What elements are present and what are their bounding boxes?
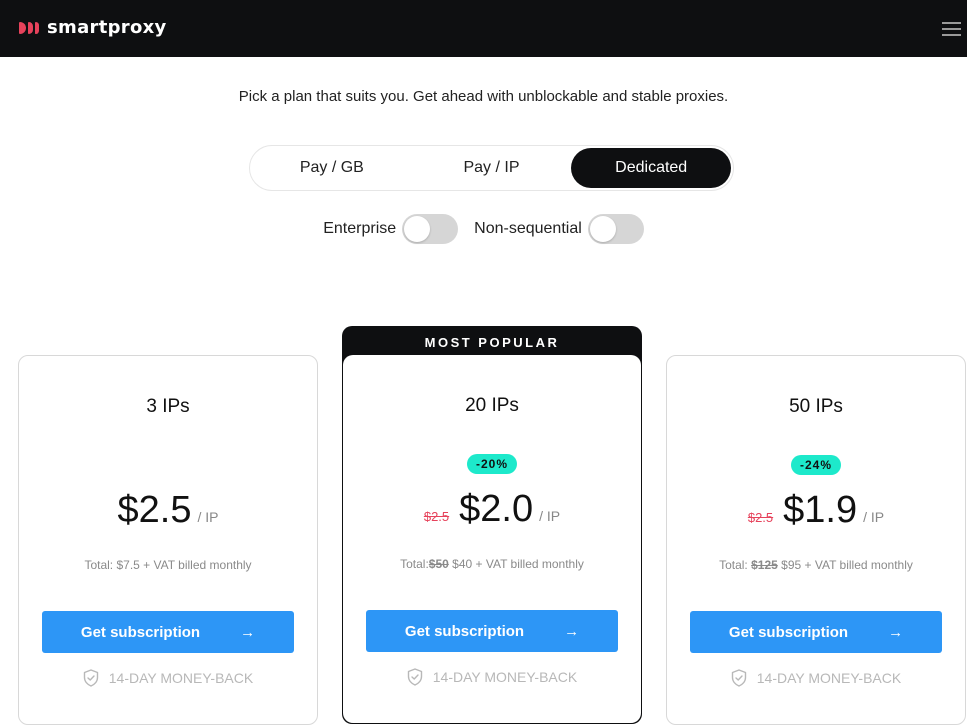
toggle-knob (404, 216, 431, 242)
shield-check-icon (731, 669, 746, 687)
money-back-guarantee: 14-DAY MONEY-BACK (667, 669, 965, 687)
plan-card-50-ips: 50 IPs -24% $2.5 $1.9 / IP Total: $125 $… (666, 355, 966, 725)
total-billing: Total:$50 $40 + VAT billed monthly (343, 557, 641, 571)
arrow-right-icon: → (888, 623, 904, 641)
tab-pay-per-ip[interactable]: Pay / IP (412, 148, 572, 188)
total-billing: Total: $7.5 + VAT billed monthly (19, 558, 317, 572)
smartproxy-logo-icon (19, 21, 39, 34)
toggle-knob (589, 216, 616, 242)
enterprise-label: Enterprise (323, 220, 397, 237)
enterprise-toggle[interactable] (402, 214, 459, 244)
plan-type-tabs: Pay / GB Pay / IP Dedicated (249, 145, 734, 191)
price: $2.0 (459, 488, 534, 530)
price: $2.5 (117, 489, 192, 531)
price-row: $2.5 $2.0 / IP (343, 488, 641, 531)
total-old-amount: $50 (428, 557, 449, 571)
cta-label: Get subscription (404, 622, 525, 640)
get-subscription-button[interactable]: Get subscription → (690, 611, 942, 653)
plan-title: 20 IPs (465, 395, 519, 416)
money-back-guarantee: 14-DAY MONEY-BACK (343, 668, 641, 686)
total-billing: Total: $125 $95 + VAT billed monthly (667, 558, 965, 572)
brand-name: smartproxy (47, 17, 167, 38)
discount-badge: -24% (790, 455, 842, 475)
non-sequential-toggle[interactable] (587, 214, 644, 244)
brand-logo[interactable]: smartproxy (19, 17, 167, 38)
money-back-guarantee: 14-DAY MONEY-BACK (19, 669, 317, 687)
cta-label: Get subscription (80, 623, 201, 641)
guarantee-text: 14-DAY MONEY-BACK (756, 670, 902, 686)
total-prefix: Total: (719, 558, 748, 572)
price-unit: / IP (197, 509, 219, 525)
hamburger-menu-icon[interactable] (942, 22, 961, 36)
plan-card-20-ips: 20 IPs -20% $2.5 $2.0 / IP Total:$50 $40… (343, 355, 641, 723)
plan-title: 50 IPs (789, 396, 843, 417)
total-amount: $95 + VAT billed monthly (781, 558, 913, 572)
tab-dedicated[interactable]: Dedicated (571, 148, 732, 188)
non-sequential-toggle-group: Non-sequential (474, 214, 644, 244)
page-subtitle: Pick a plan that suits you. Get ahead wi… (238, 88, 729, 105)
old-price: $2.5 (423, 509, 450, 524)
total-amount: $7.5 + VAT billed monthly (116, 558, 252, 572)
get-subscription-button[interactable]: Get subscription → (366, 610, 618, 652)
shield-check-icon (83, 669, 98, 687)
total-prefix: Total: (400, 557, 429, 571)
get-subscription-button[interactable]: Get subscription → (42, 611, 294, 653)
guarantee-text: 14-DAY MONEY-BACK (108, 670, 254, 686)
old-price: $2.5 (747, 510, 774, 525)
shield-check-icon (407, 668, 422, 686)
price-unit: / IP (539, 508, 561, 524)
arrow-right-icon: → (564, 622, 580, 640)
price-row: $2.5 / IP (19, 489, 317, 532)
top-navigation-bar: smartproxy (0, 0, 967, 57)
non-sequential-label: Non-sequential (474, 220, 582, 237)
enterprise-toggle-group: Enterprise (323, 214, 459, 244)
total-old-amount: $125 (751, 558, 778, 572)
cta-label: Get subscription (728, 623, 849, 641)
total-amount: $40 + VAT billed monthly (452, 557, 584, 571)
price-row: $2.5 $1.9 / IP (667, 489, 965, 532)
price: $1.9 (783, 489, 858, 531)
price-unit: / IP (863, 509, 885, 525)
total-prefix: Total: (84, 558, 114, 572)
plan-title: 3 IPs (146, 396, 190, 417)
plan-card-3-ips: 3 IPs $2.5 / IP Total: $7.5 + VAT billed… (18, 355, 318, 725)
discount-badge: -20% (466, 454, 518, 474)
tab-pay-per-gb[interactable]: Pay / GB (252, 148, 412, 188)
plan-options: Enterprise Non-sequential (0, 214, 967, 244)
arrow-right-icon: → (240, 623, 256, 641)
most-popular-ribbon: MOST POPULAR (424, 335, 560, 350)
guarantee-text: 14-DAY MONEY-BACK (432, 669, 578, 685)
